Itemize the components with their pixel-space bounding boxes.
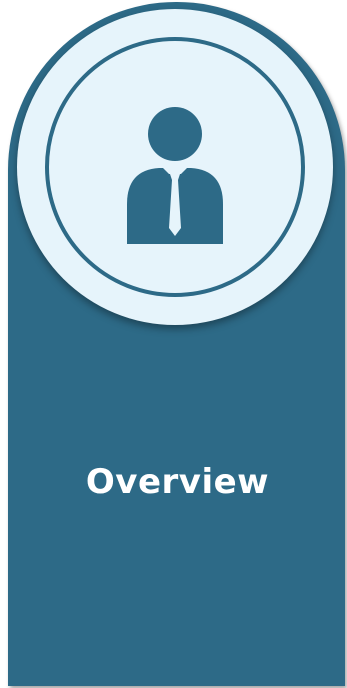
icon-medallion [17, 9, 333, 325]
card-title: Overview [85, 462, 270, 502]
user-with-tie-icon [127, 107, 223, 244]
